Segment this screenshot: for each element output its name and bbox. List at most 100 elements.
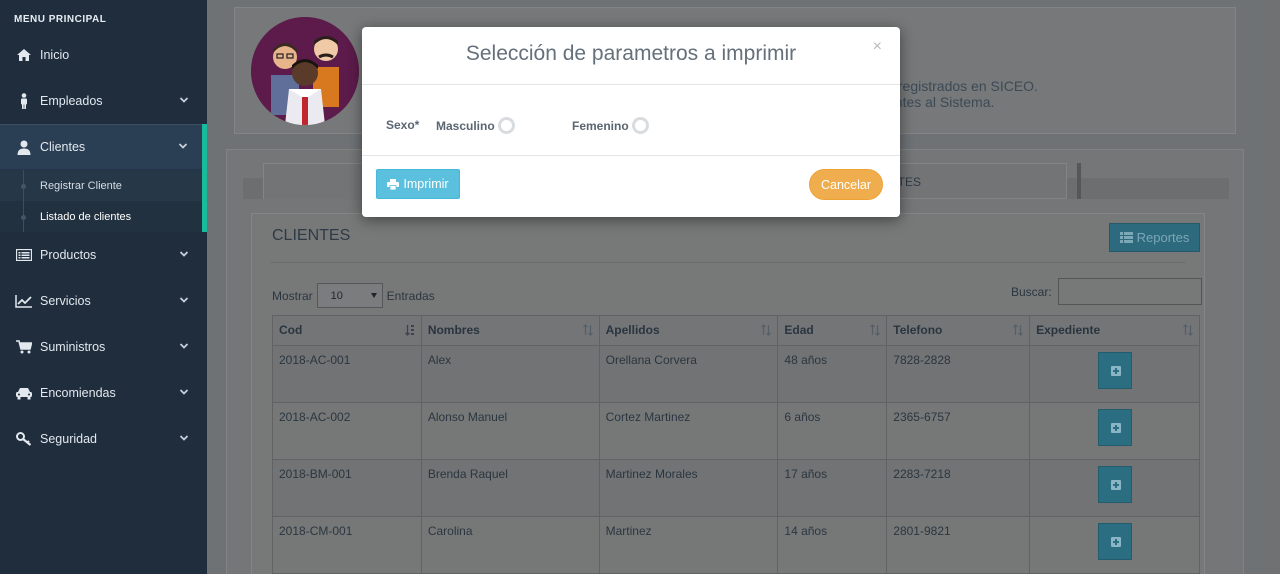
entries-select[interactable]: 10 bbox=[316, 283, 383, 308]
column-header-apellidos[interactable]: Apellidos bbox=[598, 315, 779, 346]
cell-cod: 2018-BM-001 bbox=[272, 459, 422, 517]
tab-edge bbox=[1077, 163, 1081, 199]
cell-expediente bbox=[1029, 459, 1200, 517]
cell-cod: 2018-CM-001 bbox=[272, 516, 422, 574]
clientes-submenu: Registrar Cliente Listado de clientes bbox=[0, 170, 207, 232]
option-label: Femenino bbox=[572, 118, 629, 133]
sidebar-item-clientes[interactable]: Clientes bbox=[0, 124, 207, 170]
section-title: CLIENTES bbox=[272, 227, 351, 244]
submenu-item-registrar-cliente[interactable]: Registrar Cliente bbox=[0, 170, 202, 201]
entradas-label: Entradas bbox=[386, 288, 435, 303]
sidebar-item-label: Encomiendas bbox=[40, 386, 116, 400]
cell-telefono: 2801-9821 bbox=[886, 516, 1031, 574]
modal-title: Selección de parametros a imprimir bbox=[465, 42, 797, 65]
user-icon bbox=[14, 140, 34, 155]
cell-apellidos: Cortez Martinez bbox=[598, 402, 779, 460]
reportes-label: Reportes bbox=[1136, 230, 1190, 245]
sidebar-item-seguridad[interactable]: Seguridad bbox=[0, 416, 207, 462]
plus-square-icon bbox=[1110, 537, 1121, 547]
submenu-dot bbox=[21, 215, 26, 220]
page-length-control: Mostrar 10 Entradas bbox=[272, 283, 435, 308]
option-femenino[interactable]: Femenino bbox=[572, 117, 649, 134]
sidebar-item-label: Servicios bbox=[40, 294, 91, 308]
cancelar-label: Cancelar bbox=[820, 177, 872, 192]
sexo-label: Sexo* bbox=[386, 118, 420, 132]
cell-cod: 2018-AC-002 bbox=[272, 402, 422, 460]
expediente-button[interactable] bbox=[1097, 523, 1132, 560]
welcome-line-2: entes al Sistema. bbox=[887, 94, 995, 110]
expediente-button[interactable] bbox=[1097, 466, 1132, 503]
sidebar-item-inicio[interactable]: Inicio bbox=[0, 32, 207, 78]
sidebar-title: MENU PRINCIPAL bbox=[14, 14, 107, 25]
page-scrollbar[interactable] bbox=[1264, 0, 1280, 574]
table-row: 2018-CM-001 Carolina Martinez 14 años 28… bbox=[272, 516, 1200, 574]
sidebar-item-encomiendas[interactable]: Encomiendas bbox=[0, 370, 207, 416]
submenu-item-listado-clientes[interactable]: Listado de clientes bbox=[0, 201, 202, 232]
column-header-edad[interactable]: Edad bbox=[777, 315, 888, 346]
chevron-down-icon bbox=[179, 251, 189, 257]
modal-header: Selección de parametros a imprimir × bbox=[362, 27, 900, 85]
sidebar: MENU PRINCIPAL Inicio Empleados Clientes… bbox=[0, 0, 207, 574]
column-label: Telefono bbox=[893, 323, 943, 337]
column-label: Nombres bbox=[427, 323, 480, 337]
cancelar-button[interactable]: Cancelar bbox=[809, 169, 883, 200]
submenu-item-label: Registrar Cliente bbox=[40, 179, 122, 192]
sort-icon bbox=[1013, 324, 1024, 336]
clientes-box: CLIENTES Reportes Mostrar 10 Entradas Bu… bbox=[251, 213, 1205, 574]
sort-icon bbox=[1183, 324, 1193, 336]
chevron-down-icon bbox=[179, 97, 189, 103]
print-icon bbox=[387, 178, 400, 190]
chevron-down-icon bbox=[179, 435, 189, 441]
table-row: 2018-AC-001 Alex Orellana Corvera 48 año… bbox=[272, 345, 1200, 403]
sidebar-item-suministros[interactable]: Suministros bbox=[0, 324, 207, 370]
column-label: Apellidos bbox=[605, 323, 660, 337]
home-icon bbox=[14, 48, 34, 62]
plus-square-icon bbox=[1110, 480, 1121, 490]
search-input[interactable] bbox=[1057, 278, 1202, 305]
imprimir-label: Imprimir bbox=[403, 177, 449, 191]
column-header-telefono[interactable]: Telefono bbox=[886, 315, 1031, 346]
masculino-radio[interactable] bbox=[497, 117, 515, 134]
sort-icon bbox=[582, 324, 593, 336]
sidebar-item-label: Inicio bbox=[40, 48, 70, 62]
column-label: Edad bbox=[784, 323, 814, 337]
cell-edad: 6 años bbox=[777, 402, 888, 460]
femenino-radio[interactable] bbox=[631, 117, 649, 134]
list-icon bbox=[14, 249, 34, 261]
imprimir-button[interactable]: Imprimir bbox=[376, 169, 460, 199]
cell-apellidos: Orellana Corvera bbox=[598, 345, 779, 403]
sidebar-item-empleados[interactable]: Empleados bbox=[0, 78, 207, 124]
mostrar-label: Mostrar bbox=[272, 288, 313, 303]
entries-value: 10 bbox=[330, 290, 343, 302]
sort-asc-icon bbox=[404, 325, 414, 336]
column-header-nombres[interactable]: Nombres bbox=[420, 315, 600, 346]
option-masculino[interactable]: Masculino bbox=[436, 117, 515, 134]
cell-telefono: 7828-2828 bbox=[886, 345, 1031, 403]
tab-clientes[interactable]: NTES bbox=[877, 163, 1067, 199]
car-icon bbox=[14, 387, 34, 400]
cell-nombres: Alex bbox=[420, 345, 600, 403]
cell-nombres: Carolina bbox=[420, 516, 600, 574]
plus-square-icon bbox=[1110, 366, 1121, 376]
welcome-line-1: s registrados en SICEO. bbox=[887, 78, 1038, 94]
option-label: Masculino bbox=[436, 118, 495, 133]
cart-icon bbox=[14, 340, 34, 354]
sidebar-item-servicios[interactable]: Servicios bbox=[0, 278, 207, 324]
expediente-button[interactable] bbox=[1097, 409, 1132, 446]
modal-body: Sexo* Masculino Femenino bbox=[362, 85, 900, 156]
employee-icon bbox=[14, 93, 34, 109]
column-header-cod[interactable]: Cod bbox=[272, 315, 422, 346]
search-control: Buscar: bbox=[1011, 278, 1202, 305]
sidebar-item-productos[interactable]: Productos bbox=[0, 232, 207, 278]
sidebar-item-label: Suministros bbox=[40, 340, 106, 354]
close-icon[interactable]: × bbox=[873, 38, 882, 56]
reportes-button[interactable]: Reportes bbox=[1109, 223, 1200, 252]
column-header-expediente[interactable]: Expediente bbox=[1029, 315, 1200, 346]
expediente-button[interactable] bbox=[1097, 352, 1132, 389]
column-label: Expediente bbox=[1036, 323, 1101, 337]
table-row: 2018-BM-001 Brenda Raquel Martinez Moral… bbox=[272, 459, 1200, 517]
cell-nombres: Alonso Manuel bbox=[420, 402, 600, 460]
clientes-table: Cod Nombres Apellidos Edad Telefono Expe… bbox=[272, 315, 1200, 574]
cell-edad: 17 años bbox=[777, 459, 888, 517]
cell-expediente bbox=[1029, 516, 1200, 574]
